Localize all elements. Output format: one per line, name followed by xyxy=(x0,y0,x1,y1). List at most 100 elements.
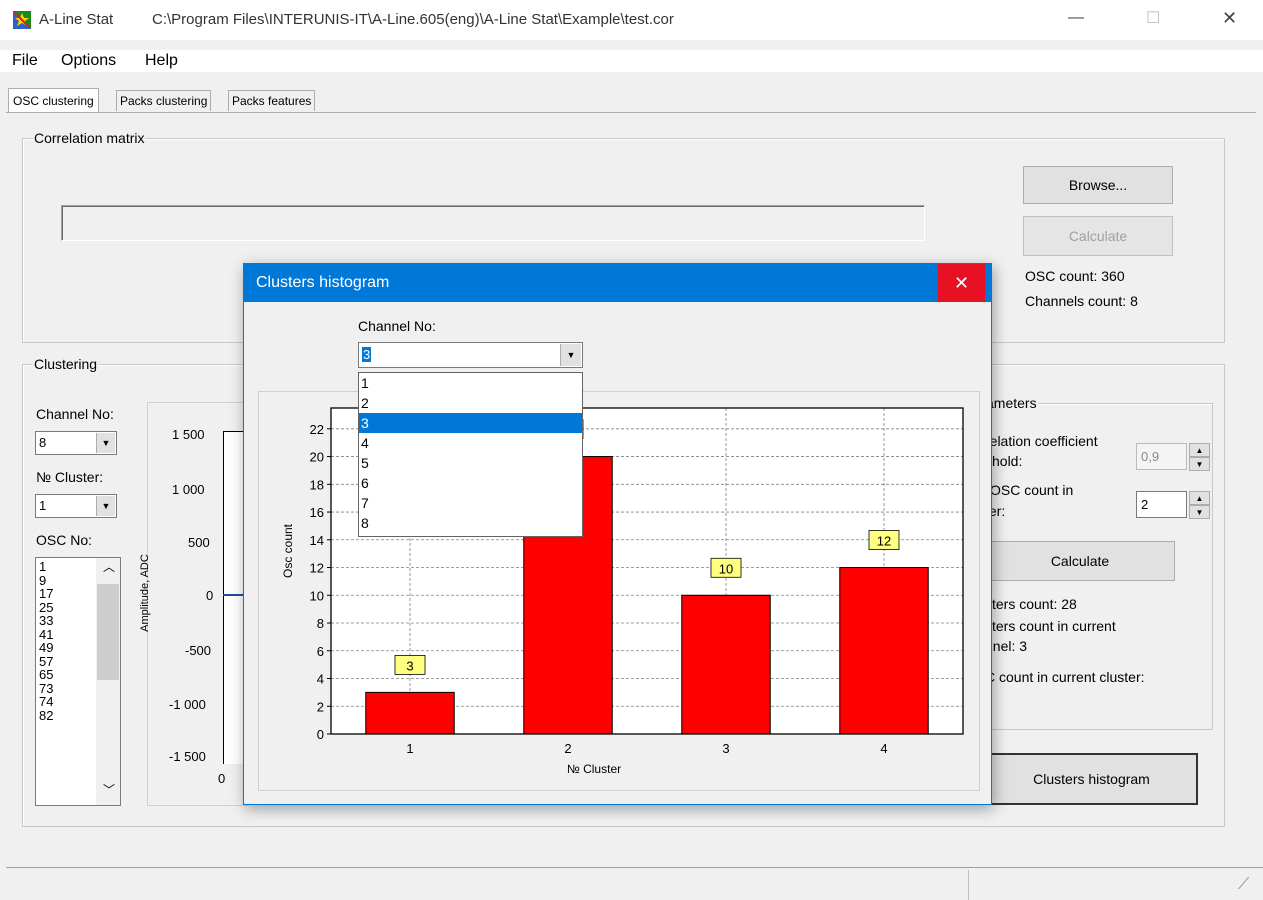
tab-label: Packs clustering xyxy=(120,94,208,108)
tab-label: Packs features xyxy=(232,94,312,108)
list-item[interactable]: 73 xyxy=(39,681,53,696)
corr-coef-spin-up[interactable]: ▲ xyxy=(1189,443,1210,457)
y-tick-label: 18 xyxy=(310,477,324,492)
tab-osc-clustering[interactable]: OSC clustering xyxy=(8,88,99,113)
y-tick: -500 xyxy=(185,643,212,658)
list-item[interactable]: 57 xyxy=(39,654,53,669)
scrollbar-thumb[interactable] xyxy=(97,584,119,680)
dropdown-option[interactable]: 4 xyxy=(359,433,582,453)
scrollbar[interactable]: ︿ ﹀ xyxy=(96,558,120,805)
title-bar: A-Line Stat C:\Program Files\INTERUNIS-I… xyxy=(0,0,1263,40)
browse-button-label: Browse... xyxy=(1068,177,1128,193)
status-bar: ⟋ xyxy=(6,867,1263,900)
bar xyxy=(681,594,771,735)
dialog-channel-select[interactable]: 3 ▼ xyxy=(358,342,583,368)
y-tick-label: 20 xyxy=(310,450,324,465)
menu-bar: File Options Help xyxy=(0,50,1263,72)
y-axis-label: Amplitude, ADC xyxy=(138,554,151,632)
calculate-matrix-label: Calculate xyxy=(1068,228,1128,244)
osc-list[interactable]: 1 9 17 25 33 41 49 57 65 73 74 82 ︿ ﹀ xyxy=(35,557,121,806)
chevron-down-icon: ▼ xyxy=(96,433,115,453)
clusters-count-text: sters count: 28 xyxy=(985,596,1077,612)
dialog-channel-dropdown-list[interactable]: 12345678 xyxy=(358,372,583,537)
menu-help[interactable]: Help xyxy=(145,52,178,70)
dropdown-option[interactable]: 7 xyxy=(359,493,582,513)
dropdown-option[interactable]: 1 xyxy=(359,373,582,393)
list-item[interactable]: 9 xyxy=(39,573,53,588)
bar xyxy=(839,567,929,735)
y-tick-label: 2 xyxy=(317,699,324,714)
y-tick-label: 12 xyxy=(310,561,324,576)
dropdown-option[interactable]: 3 xyxy=(359,413,582,433)
tab-packs-clustering[interactable]: Packs clustering xyxy=(116,90,212,111)
y-axis-label: Osc count xyxy=(281,523,295,578)
dropdown-option[interactable]: 8 xyxy=(359,513,582,533)
clustering-label: Clustering xyxy=(33,356,99,372)
resize-grip-icon[interactable]: ⟋ xyxy=(1238,876,1249,894)
maximize-button[interactable]: ☐ xyxy=(1146,8,1160,28)
y-tick: -1 000 xyxy=(169,697,206,712)
cluster-select[interactable]: 1 ▼ xyxy=(35,494,117,518)
list-item[interactable]: 74 xyxy=(39,695,53,709)
cluster-label: № Cluster: xyxy=(36,469,104,485)
chevron-down-icon: ▼ xyxy=(96,496,115,516)
x-tick-label: 3 xyxy=(722,741,729,756)
data-label: 10 xyxy=(719,561,733,576)
list-item[interactable]: 82 xyxy=(39,708,53,723)
clusters-histogram-label: Clusters histogram xyxy=(1033,771,1150,787)
x-axis-label: № Cluster xyxy=(567,762,621,776)
calculate-clusters-label: Calculate xyxy=(1050,553,1110,569)
y-tick: -1 500 xyxy=(169,749,206,764)
menu-options[interactable]: Options xyxy=(61,52,116,70)
list-item[interactable]: 41 xyxy=(39,627,53,642)
correlation-matrix-label: Correlation matrix xyxy=(33,130,146,146)
y-tick-label: 0 xyxy=(317,727,324,742)
y-tick: 500 xyxy=(188,535,210,550)
corr-coef-spin-down[interactable]: ▼ xyxy=(1189,457,1210,471)
min-osc-spin-down[interactable]: ▼ xyxy=(1189,505,1210,519)
y-tick: 0 xyxy=(206,588,214,603)
osc-in-cluster-text: C count in current cluster: xyxy=(985,669,1145,685)
channel-select-value: 8 xyxy=(39,435,47,450)
list-item[interactable]: 33 xyxy=(39,614,53,628)
y-tick-label: 14 xyxy=(310,533,324,548)
x-tick: 0 xyxy=(218,771,226,786)
matrix-path-field xyxy=(61,205,925,241)
calculate-clusters-button[interactable]: Calculate xyxy=(985,541,1175,581)
list-item[interactable]: 17 xyxy=(39,587,53,601)
parameters-label: ameters xyxy=(985,395,1038,411)
data-label: 12 xyxy=(877,534,891,549)
list-item[interactable]: 1 xyxy=(39,560,53,574)
data-label: 3 xyxy=(406,658,413,673)
channels-count-text: Channels count: 8 xyxy=(1025,293,1138,309)
corr-coef-spin[interactable]: 0,9 xyxy=(1136,443,1187,470)
y-tick-label: 6 xyxy=(317,644,324,659)
chevron-down-icon[interactable]: ﹀ xyxy=(103,783,115,798)
menu-file[interactable]: File xyxy=(12,52,38,70)
y-tick-label: 22 xyxy=(310,422,324,437)
min-osc-spin-up[interactable]: ▲ xyxy=(1189,491,1210,505)
dropdown-option[interactable]: 2 xyxy=(359,393,582,413)
list-item[interactable]: 49 xyxy=(39,641,53,655)
browse-button[interactable]: Browse... xyxy=(1023,166,1173,204)
tab-packs-features[interactable]: Packs features xyxy=(228,90,316,111)
chevron-down-icon: ▼ xyxy=(560,344,581,366)
close-button[interactable]: ✕ xyxy=(1222,8,1237,29)
clusters-histogram-button[interactable]: Clusters histogram xyxy=(985,753,1198,805)
calculate-matrix-button[interactable]: Calculate xyxy=(1023,216,1173,256)
y-tick-label: 10 xyxy=(310,588,324,603)
min-osc-spin[interactable]: 2 xyxy=(1136,491,1187,518)
channel-no-label: Channel No: xyxy=(36,406,114,422)
list-item[interactable]: 25 xyxy=(39,600,53,615)
minimize-button[interactable]: — xyxy=(1068,9,1084,27)
histogram-dialog: Clusters histogram ✕ Channel No: 3120210… xyxy=(243,263,992,805)
app-name: A-Line Stat xyxy=(39,11,114,28)
list-item[interactable]: 65 xyxy=(39,668,53,682)
dropdown-option[interactable]: 6 xyxy=(359,473,582,493)
app-icon xyxy=(13,11,31,29)
chevron-up-icon[interactable]: ︿ xyxy=(103,560,115,575)
dropdown-option[interactable]: 5 xyxy=(359,453,582,473)
y-tick-label: 16 xyxy=(310,505,324,520)
osc-count-text: OSC count: 360 xyxy=(1025,268,1125,284)
channel-select[interactable]: 8 ▼ xyxy=(35,431,117,455)
